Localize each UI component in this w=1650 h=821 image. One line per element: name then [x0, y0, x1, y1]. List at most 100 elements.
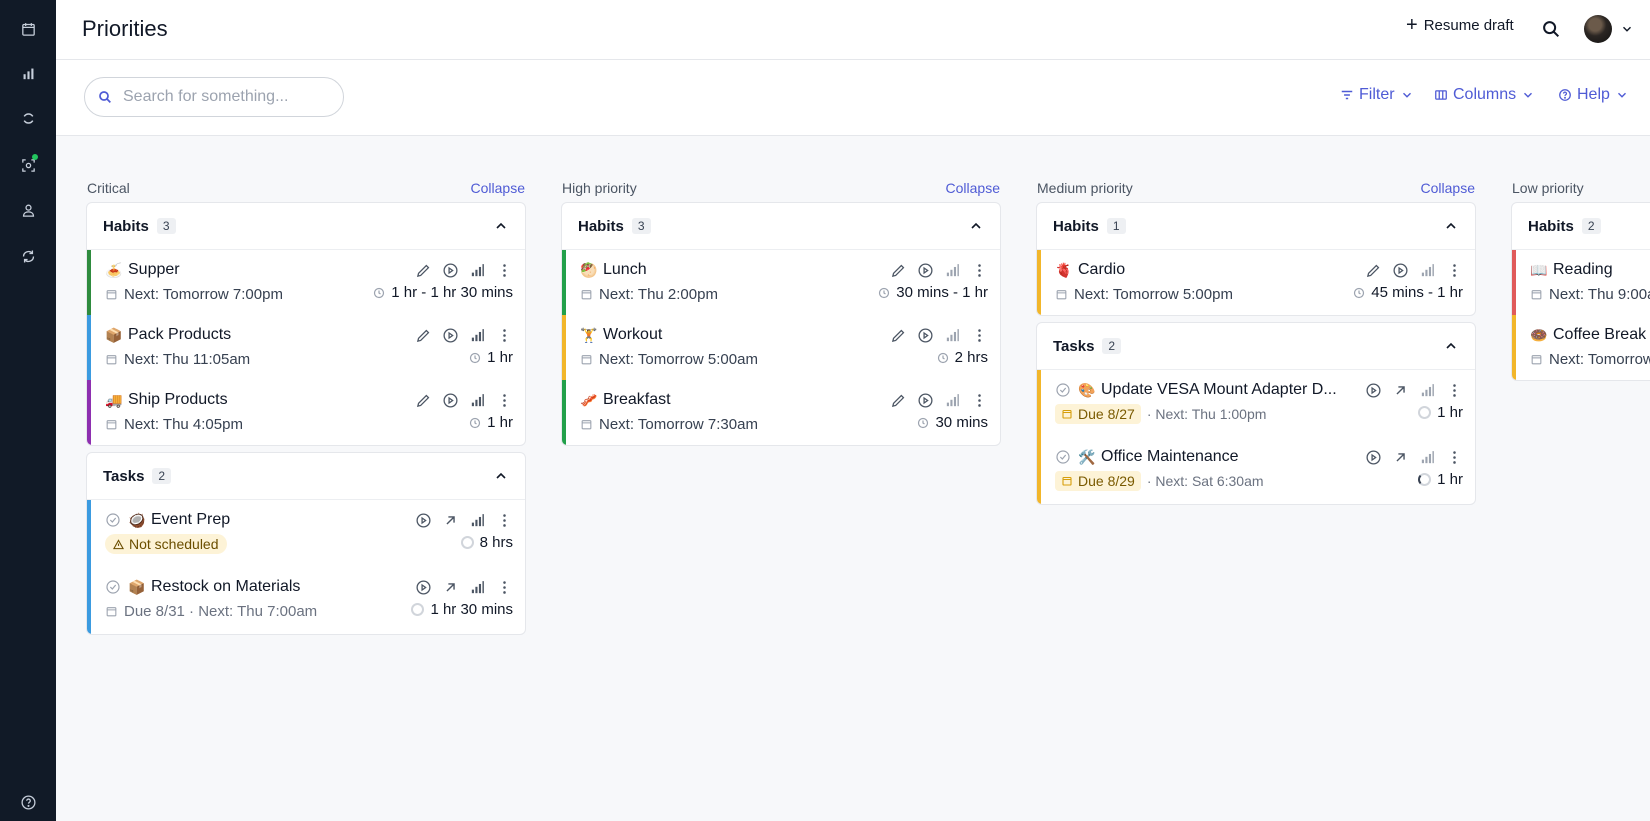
priority-bars-icon[interactable]	[469, 392, 486, 409]
priority-bars-icon[interactable]	[1419, 449, 1436, 466]
count-badge: 2	[1102, 338, 1122, 354]
habits-card-header[interactable]: Habits 2	[1512, 203, 1650, 250]
priority-bars-icon[interactable]	[469, 579, 486, 596]
more-icon[interactable]	[496, 327, 513, 344]
priority-bars-icon[interactable]	[944, 392, 961, 409]
play-icon[interactable]	[442, 262, 459, 279]
chevron-up-icon[interactable]	[968, 218, 984, 234]
habit-item[interactable]: 🏋️ Workout Next: Tomorrow 5:00am 2 hrs	[562, 315, 1000, 380]
priority-bars-icon[interactable]	[469, 512, 486, 529]
help-icon[interactable]	[14, 788, 42, 816]
more-icon[interactable]	[971, 327, 988, 344]
open-arrow-icon[interactable]	[1392, 449, 1409, 466]
filter-button[interactable]: Filter	[1340, 86, 1414, 104]
priority-bars-icon[interactable]	[469, 262, 486, 279]
check-circle-icon[interactable]	[105, 512, 121, 528]
chevron-up-icon[interactable]	[493, 218, 509, 234]
edit-icon[interactable]	[1365, 262, 1382, 279]
play-icon[interactable]	[1365, 449, 1382, 466]
card-title: Habits	[103, 217, 149, 235]
chevron-up-icon[interactable]	[493, 468, 509, 484]
edit-icon[interactable]	[415, 392, 432, 409]
habits-card-header[interactable]: Habits 1	[1037, 203, 1475, 250]
edit-icon[interactable]	[415, 327, 432, 344]
tasks-card-header[interactable]: Tasks 2	[87, 453, 525, 500]
help-button[interactable]: Help	[1558, 86, 1629, 104]
chevron-up-icon[interactable]	[1443, 338, 1459, 354]
more-icon[interactable]	[496, 262, 513, 279]
more-icon[interactable]	[496, 392, 513, 409]
item-title: Pack Products	[128, 326, 232, 343]
tasks-card-header[interactable]: Tasks 2	[1037, 323, 1475, 370]
habit-item[interactable]: 🍩 Coffee Break Next: Tomorrow	[1512, 315, 1650, 380]
more-icon[interactable]	[1446, 449, 1463, 466]
habit-item[interactable]: 📖 Reading Next: Thu 9:00a	[1512, 250, 1650, 315]
habit-item[interactable]: 🫀 Cardio Next: Tomorrow 5:00pm 45 mins - …	[1037, 250, 1475, 315]
chevron-down-icon[interactable]	[1620, 22, 1634, 36]
open-arrow-icon[interactable]	[442, 579, 459, 596]
not-scheduled-badge: Not scheduled	[105, 534, 227, 554]
play-icon[interactable]	[1392, 262, 1409, 279]
more-icon[interactable]	[971, 392, 988, 409]
edit-icon[interactable]	[415, 262, 432, 279]
edit-icon[interactable]	[890, 327, 907, 344]
habit-item[interactable]: 🥙 Lunch Next: Thu 2:00pm 30 mins - 1 hr	[562, 250, 1000, 315]
edit-icon[interactable]	[890, 262, 907, 279]
priorities-icon[interactable]	[14, 104, 42, 132]
sync-icon[interactable]	[14, 242, 42, 270]
play-icon[interactable]	[442, 327, 459, 344]
habit-item[interactable]: 📦 Pack Products Next: Thu 11:05am 1 hr	[87, 315, 525, 380]
play-icon[interactable]	[917, 327, 934, 344]
task-item[interactable]: 🛠️ Office Maintenance Due 8/29 · Next: Sat…	[1041, 437, 1475, 504]
search-input[interactable]	[123, 88, 323, 106]
priority-bars-icon[interactable]	[1419, 382, 1436, 399]
open-arrow-icon[interactable]	[442, 512, 459, 529]
play-icon[interactable]	[917, 392, 934, 409]
play-icon[interactable]	[1365, 382, 1382, 399]
task-item[interactable]: 🎨 Update VESA Mount Adapter D... Due 8/27…	[1041, 370, 1475, 437]
collapse-link[interactable]: Collapse	[471, 180, 525, 196]
more-icon[interactable]	[1446, 382, 1463, 399]
habit-item[interactable]: 🥓 Breakfast Next: Tomorrow 7:30am 30 mins	[562, 380, 1000, 445]
habit-item[interactable]: 🍝 Supper Next: Tomorrow 7:00pm 1 hr - 1 h…	[87, 250, 525, 315]
search-box[interactable]	[84, 77, 344, 117]
edit-icon[interactable]	[890, 392, 907, 409]
columns-button[interactable]: Columns	[1434, 86, 1535, 104]
check-circle-icon[interactable]	[1055, 449, 1071, 465]
item-next: · Next: Sat 6:30am	[1146, 473, 1264, 489]
priority-bars-icon[interactable]	[944, 262, 961, 279]
item-title: Lunch	[603, 261, 647, 278]
open-arrow-icon[interactable]	[1392, 382, 1409, 399]
more-icon[interactable]	[1446, 262, 1463, 279]
priority-bars-icon[interactable]	[469, 327, 486, 344]
chevron-up-icon[interactable]	[1443, 218, 1459, 234]
search-icon[interactable]	[1540, 18, 1562, 40]
play-icon[interactable]	[415, 512, 432, 529]
more-icon[interactable]	[496, 512, 513, 529]
count-badge: 3	[156, 218, 176, 234]
check-circle-icon[interactable]	[105, 579, 121, 595]
search-icon	[99, 91, 111, 103]
play-icon[interactable]	[442, 392, 459, 409]
check-circle-icon[interactable]	[1055, 382, 1071, 398]
collapse-link[interactable]: Collapse	[1421, 180, 1475, 196]
stats-icon[interactable]	[14, 59, 42, 87]
priority-bars-icon[interactable]	[944, 327, 961, 344]
habit-item[interactable]: 🚚 Ship Products Next: Thu 4:05pm 1 hr	[87, 380, 525, 445]
team-icon[interactable]	[14, 196, 42, 224]
play-icon[interactable]	[917, 262, 934, 279]
calendar-icon[interactable]	[14, 15, 42, 43]
avatar[interactable]	[1584, 15, 1612, 43]
collapse-link[interactable]: Collapse	[946, 180, 1000, 196]
task-item[interactable]: 🥥 Event Prep Not scheduled 8 hrs	[91, 500, 525, 567]
play-icon[interactable]	[415, 579, 432, 596]
habits-card-header[interactable]: Habits 3	[87, 203, 525, 250]
task-item[interactable]: 📦 Restock on Materials Due 8/31 · Next: T…	[91, 567, 525, 634]
habits-card-header[interactable]: Habits 3	[562, 203, 1000, 250]
resume-draft-button[interactable]: + Resume draft	[1406, 15, 1514, 35]
more-icon[interactable]	[971, 262, 988, 279]
toolbar: Filter Columns Help	[56, 60, 1650, 136]
focus-icon[interactable]	[14, 151, 42, 179]
more-icon[interactable]	[496, 579, 513, 596]
priority-bars-icon[interactable]	[1419, 262, 1436, 279]
